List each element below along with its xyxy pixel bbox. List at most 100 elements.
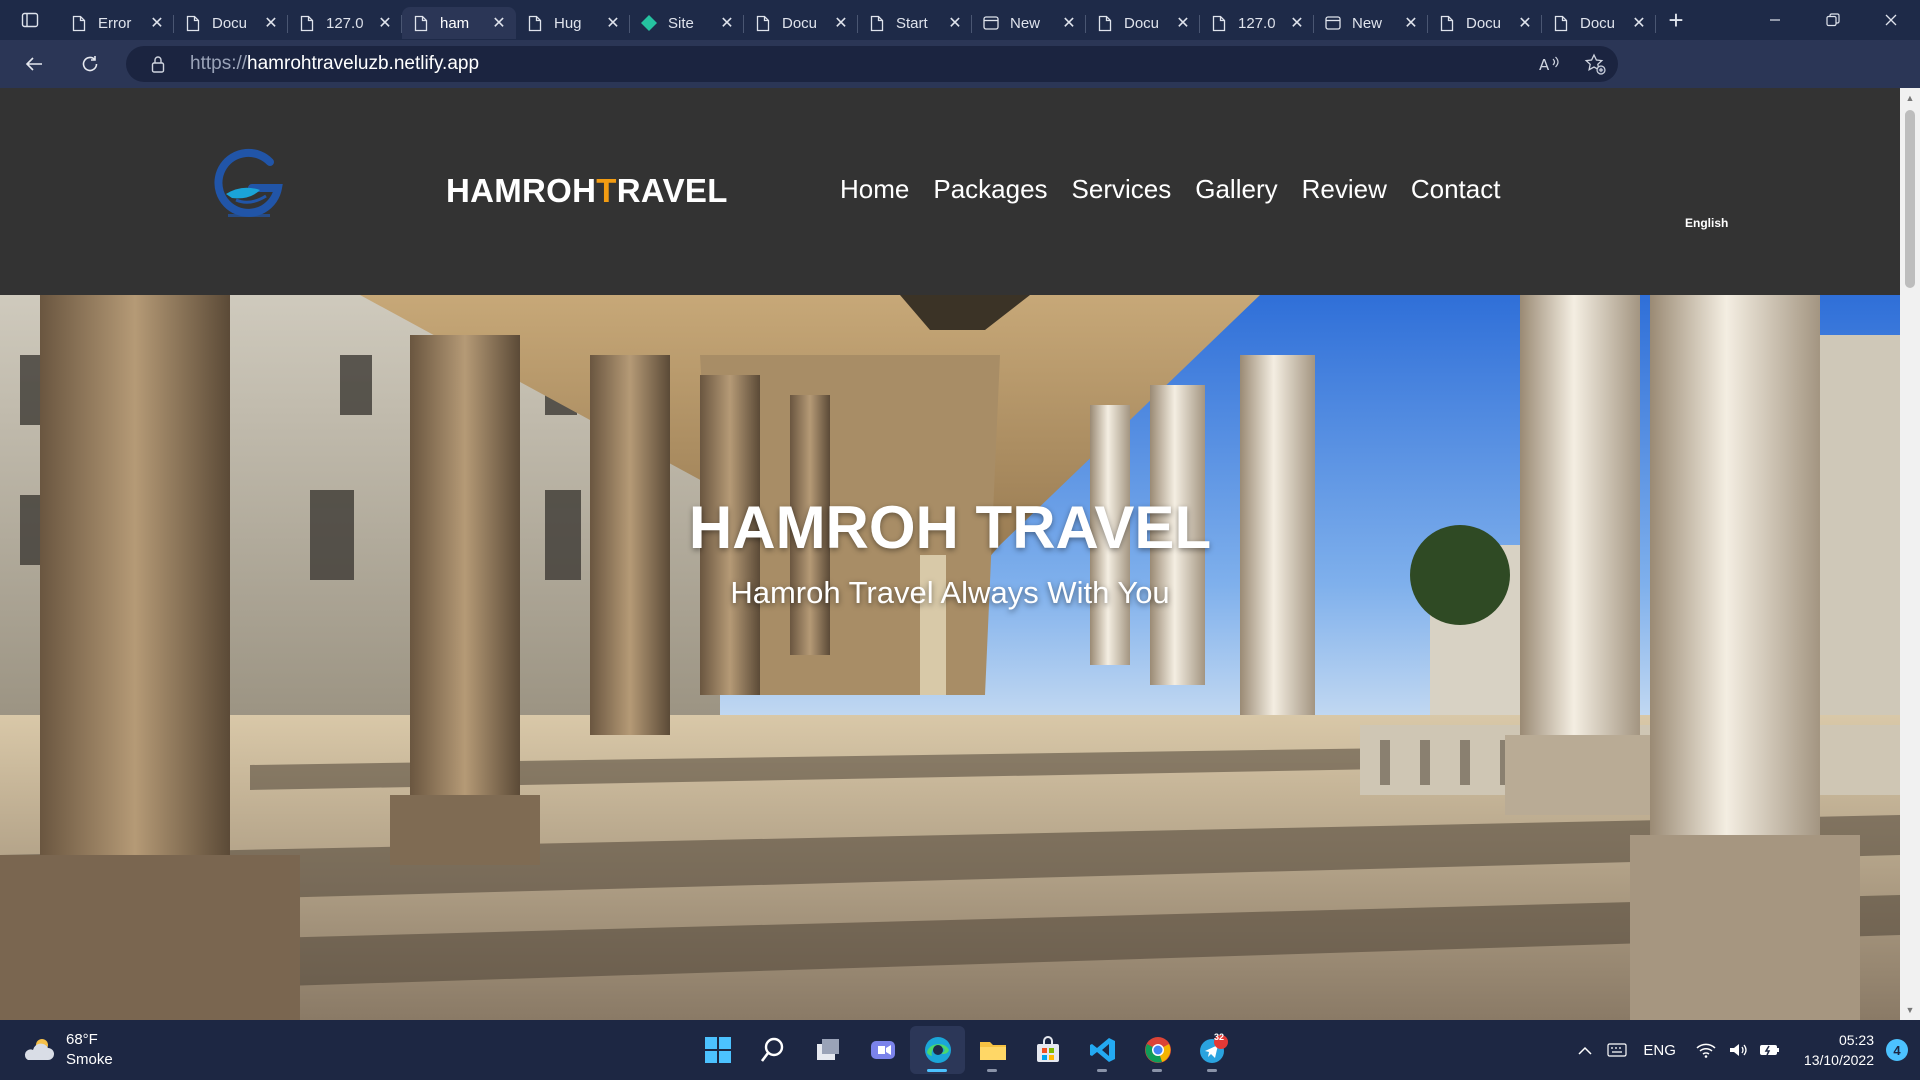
nav-services[interactable]: Services bbox=[1072, 174, 1172, 205]
keyboard-icon bbox=[1607, 1043, 1628, 1057]
page-icon bbox=[868, 14, 886, 32]
close-tab-icon[interactable]: ✕ bbox=[718, 14, 736, 32]
nav-home[interactable]: Home bbox=[840, 174, 909, 205]
notification-badge[interactable]: 4 bbox=[1886, 1039, 1908, 1061]
scrollbar-thumb[interactable] bbox=[1905, 110, 1915, 288]
url-bar[interactable]: https://hamrohtraveluzb.netlify.app A bbox=[126, 46, 1618, 82]
browser-tab[interactable]: Docu ✕ bbox=[1086, 7, 1200, 39]
restore-icon bbox=[1826, 13, 1840, 27]
store-button[interactable] bbox=[1020, 1026, 1075, 1074]
close-tab-icon[interactable]: ✕ bbox=[832, 14, 850, 32]
browser-tab[interactable]: 127.0 ✕ bbox=[288, 7, 402, 39]
scroll-up-arrow-icon[interactable]: ▲ bbox=[1900, 90, 1920, 106]
weather-temperature: 68°F bbox=[66, 1031, 98, 1048]
teams-chat-icon bbox=[870, 1041, 895, 1059]
close-tab-icon[interactable]: ✕ bbox=[946, 14, 964, 32]
close-tab-icon[interactable]: ✕ bbox=[1060, 14, 1078, 32]
close-window-button[interactable] bbox=[1862, 0, 1920, 40]
chrome-button[interactable] bbox=[1130, 1026, 1185, 1074]
nav-contact[interactable]: Contact bbox=[1411, 174, 1501, 205]
vscode-button[interactable] bbox=[1075, 1026, 1130, 1074]
file-explorer-button[interactable] bbox=[965, 1026, 1020, 1074]
arrow-left-icon bbox=[25, 57, 42, 71]
edge-taskbar-button[interactable] bbox=[910, 1026, 965, 1074]
battery-charging-icon bbox=[1759, 1045, 1779, 1056]
reload-button[interactable] bbox=[64, 40, 116, 88]
search-icon bbox=[760, 1037, 783, 1062]
volume-icon bbox=[1729, 1044, 1747, 1056]
close-tab-icon[interactable]: ✕ bbox=[1630, 14, 1648, 32]
search-button[interactable] bbox=[745, 1026, 800, 1074]
show-hidden-icons-button[interactable] bbox=[1569, 1045, 1601, 1055]
nav-gallery[interactable]: Gallery bbox=[1195, 174, 1277, 205]
taskbar-apps: 32 bbox=[690, 1026, 1240, 1074]
lock-icon[interactable] bbox=[148, 55, 168, 73]
file-explorer-icon bbox=[979, 1042, 1006, 1060]
page-scrollbar[interactable]: ▲ ▼ bbox=[1900, 88, 1920, 1020]
plus-icon: + bbox=[1668, 4, 1684, 35]
close-tab-icon[interactable]: ✕ bbox=[1174, 14, 1192, 32]
page-icon bbox=[412, 14, 430, 32]
browser-tab[interactable]: Start ✕ bbox=[858, 7, 972, 39]
page-icon bbox=[526, 14, 544, 32]
task-view-button[interactable] bbox=[800, 1026, 855, 1074]
browser-tab[interactable]: ham ✕ bbox=[402, 7, 516, 39]
tab-actions-button[interactable] bbox=[0, 0, 60, 40]
browser-tab[interactable]: Docu ✕ bbox=[1542, 7, 1656, 39]
wifi-button[interactable] bbox=[1690, 1042, 1722, 1058]
nav-review[interactable]: Review bbox=[1302, 174, 1387, 205]
browser-tab[interactable]: Docu ✕ bbox=[174, 7, 288, 39]
clock-date: 13/10/2022 bbox=[1803, 1052, 1874, 1068]
url-text[interactable]: https://hamrohtraveluzb.netlify.app bbox=[190, 53, 479, 75]
volume-button[interactable] bbox=[1722, 1042, 1754, 1058]
close-tab-icon[interactable]: ✕ bbox=[1402, 14, 1420, 32]
close-tab-icon[interactable]: ✕ bbox=[490, 14, 508, 32]
nav-packages[interactable]: Packages bbox=[933, 174, 1047, 205]
close-tab-icon[interactable]: ✕ bbox=[604, 14, 622, 32]
browser-tab[interactable]: New ✕ bbox=[972, 7, 1086, 39]
page-icon bbox=[298, 14, 316, 32]
close-tab-icon[interactable]: ✕ bbox=[262, 14, 280, 32]
restore-button[interactable] bbox=[1804, 0, 1862, 40]
start-button[interactable] bbox=[690, 1026, 745, 1074]
browser-tab[interactable]: Error ✕ bbox=[60, 7, 174, 39]
clock-time: 05:23 bbox=[1838, 1032, 1874, 1048]
star-add-icon bbox=[1584, 53, 1606, 75]
new-tab-button[interactable]: + bbox=[1656, 0, 1696, 40]
brand-main: HAMROH bbox=[446, 172, 597, 209]
telegram-button[interactable]: 32 bbox=[1185, 1026, 1240, 1074]
scroll-down-arrow-icon[interactable]: ▼ bbox=[1900, 1002, 1920, 1018]
tab-title: 127.0 bbox=[1238, 14, 1276, 32]
tab-actions-icon bbox=[21, 12, 39, 28]
read-aloud-button[interactable]: A bbox=[1526, 54, 1572, 74]
browser-tab[interactable]: Site ✕ bbox=[630, 7, 744, 39]
weather-widget[interactable]: 68°F Smoke bbox=[22, 1030, 113, 1070]
browser-tab[interactable]: 127.0 ✕ bbox=[1200, 7, 1314, 39]
teams-chat-button[interactable] bbox=[855, 1026, 910, 1074]
minimize-button[interactable] bbox=[1746, 0, 1804, 40]
touch-keyboard-button[interactable] bbox=[1601, 1043, 1633, 1057]
add-favorite-button[interactable] bbox=[1572, 53, 1618, 75]
language-selector[interactable]: English bbox=[1685, 216, 1728, 230]
site-logo[interactable] bbox=[206, 138, 292, 224]
page-icon bbox=[1096, 14, 1114, 32]
input-language[interactable]: ENG bbox=[1643, 1042, 1676, 1059]
brand-name[interactable]: HAMROHTRAVEL bbox=[446, 172, 728, 210]
clock[interactable]: 05:23 13/10/2022 bbox=[1804, 1030, 1874, 1070]
close-tab-icon[interactable]: ✕ bbox=[1288, 14, 1306, 32]
browser-tab[interactable]: Hug ✕ bbox=[516, 7, 630, 39]
tab-title: Docu bbox=[1580, 14, 1616, 32]
close-tab-icon[interactable]: ✕ bbox=[1516, 14, 1534, 32]
page-viewport: HAMROHTRAVEL Home Packages Services Gall… bbox=[0, 88, 1920, 1020]
browser-tab[interactable]: New ✕ bbox=[1314, 7, 1428, 39]
close-tab-icon[interactable]: ✕ bbox=[376, 14, 394, 32]
cloud-sun-icon bbox=[24, 1039, 54, 1060]
battery-button[interactable] bbox=[1754, 1043, 1786, 1057]
close-tab-icon[interactable]: ✕ bbox=[148, 14, 166, 32]
back-button[interactable] bbox=[8, 40, 60, 88]
browser-tab[interactable]: Docu ✕ bbox=[744, 7, 858, 39]
store-icon bbox=[1036, 1036, 1059, 1062]
tab-title: Docu bbox=[1124, 14, 1160, 32]
browser-tab[interactable]: Docu ✕ bbox=[1428, 7, 1542, 39]
tab-title: Hug bbox=[554, 14, 582, 32]
